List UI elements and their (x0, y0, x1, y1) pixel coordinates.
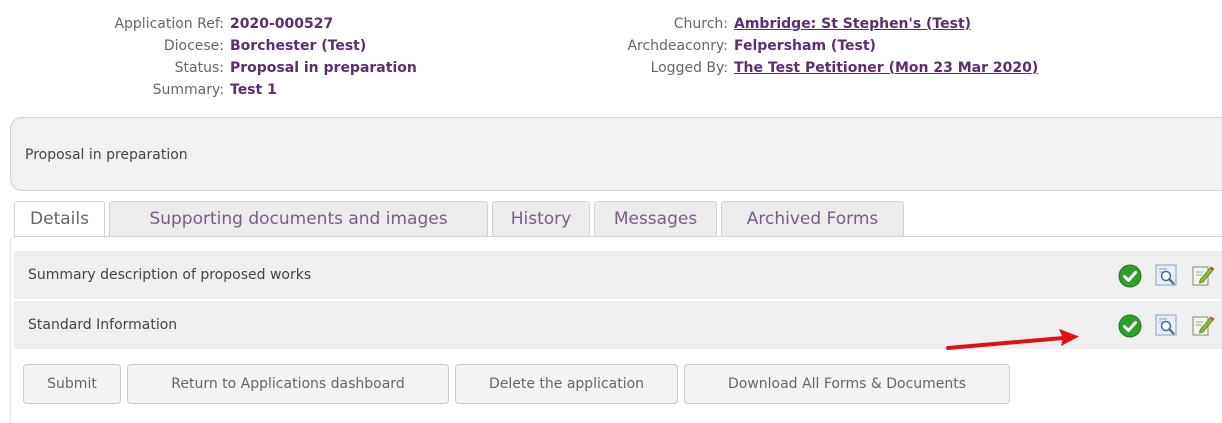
form-row-label: Summary description of proposed works (28, 267, 312, 283)
tab-messages[interactable]: Messages (594, 201, 717, 236)
archdeaconry-value: Felpersham (Test) (734, 38, 876, 54)
field-label: Summary: (152, 82, 224, 98)
download-all-button[interactable]: Download All Forms & Documents (684, 364, 1010, 404)
form-row: Summary description of proposed works (14, 251, 1222, 299)
field-label: Archdeaconry: (627, 38, 728, 54)
view-form-icon[interactable] (1155, 264, 1177, 286)
summary-value: Test 1 (230, 82, 277, 98)
summary-row: Summary: Test 1 (0, 79, 417, 101)
edit-form-icon[interactable] (1191, 263, 1215, 287)
application-summary-left: Application Ref: 2020-000527 Diocese: Borc… (0, 13, 417, 101)
edit-form-icon[interactable] (1191, 313, 1215, 337)
church-row: Church: Ambridge: St Stephen's (Test) (560, 13, 1038, 35)
application-ref-row: Application Ref: 2020-000527 (0, 13, 417, 35)
application-summary-right: Church: Ambridge: St Stephen's (Test) Arc… (560, 13, 1038, 79)
field-label: Status: (174, 60, 224, 76)
content-left-border (10, 237, 11, 423)
status-panel-text: Proposal in preparation (25, 147, 188, 163)
tab-archived-forms[interactable]: Archived Forms (721, 201, 904, 236)
view-form-icon[interactable] (1155, 314, 1177, 336)
form-row-label: Standard Information (28, 317, 178, 333)
tab-history[interactable]: History (492, 201, 590, 236)
application-ref-value: 2020-000527 (230, 16, 334, 32)
tab-supporting-documents[interactable]: Supporting documents and images (109, 201, 488, 236)
field-label: Logged By: (650, 60, 728, 76)
church-link[interactable]: Ambridge: St Stephen's (Test) (734, 16, 971, 32)
archdeaconry-row: Archdeaconry: Felpersham (Test) (560, 35, 1038, 57)
status-panel: Proposal in preparation (10, 117, 1222, 191)
annotation-arrow-icon (946, 329, 1079, 350)
status-row: Status: Proposal in preparation (0, 57, 417, 79)
logged-by-row: Logged By: The Test Petitioner (Mon 23 Ma… (560, 57, 1039, 79)
diocese-value: Borchester (Test) (230, 38, 367, 54)
submit-button[interactable]: Submit (23, 364, 121, 404)
return-dashboard-button[interactable]: Return to Applications dashboard (127, 364, 449, 404)
check-complete-icon (1118, 264, 1142, 288)
logged-by-link[interactable]: The Test Petitioner (Mon 23 Mar 2020) (734, 60, 1038, 76)
field-label: Church: (673, 16, 728, 32)
delete-application-button[interactable]: Delete the application (455, 364, 678, 404)
status-value: Proposal in preparation (230, 60, 417, 76)
diocese-row: Diocese: Borchester (Test) (0, 35, 417, 57)
tab-details[interactable]: Details (14, 201, 105, 238)
field-label: Diocese: (163, 38, 224, 54)
tab-divider (14, 236, 1222, 237)
check-complete-icon (1118, 314, 1142, 338)
field-label: Application Ref: (114, 16, 224, 32)
